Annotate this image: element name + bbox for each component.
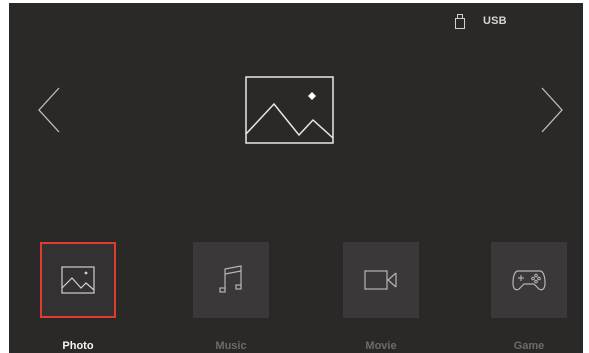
tile-label-music: Music <box>215 340 247 352</box>
photo-icon <box>61 266 95 294</box>
tile-game[interactable] <box>491 242 567 318</box>
tile-label-photo: Photo <box>62 340 94 352</box>
preview-area <box>245 76 334 144</box>
video-camera-icon <box>364 270 397 290</box>
music-note-icon <box>219 265 242 293</box>
chevron-right-icon <box>541 87 563 133</box>
tile-label-game: Game <box>513 340 545 352</box>
tile-photo[interactable] <box>40 242 116 318</box>
next-button[interactable] <box>536 85 566 135</box>
tile-label-movie: Movie <box>365 340 397 352</box>
tile-movie[interactable] <box>343 242 419 318</box>
usb-status: USB <box>455 13 507 29</box>
tile-music[interactable] <box>193 242 269 318</box>
usb-drive-icon <box>455 13 465 29</box>
previous-button[interactable] <box>35 85 65 135</box>
image-placeholder-icon <box>245 76 334 144</box>
chevron-left-icon <box>38 87 60 133</box>
usb-label: USB <box>483 15 507 27</box>
gamepad-icon <box>512 270 546 291</box>
media-home-screen: USB Photo Music Movie Game <box>9 3 583 353</box>
